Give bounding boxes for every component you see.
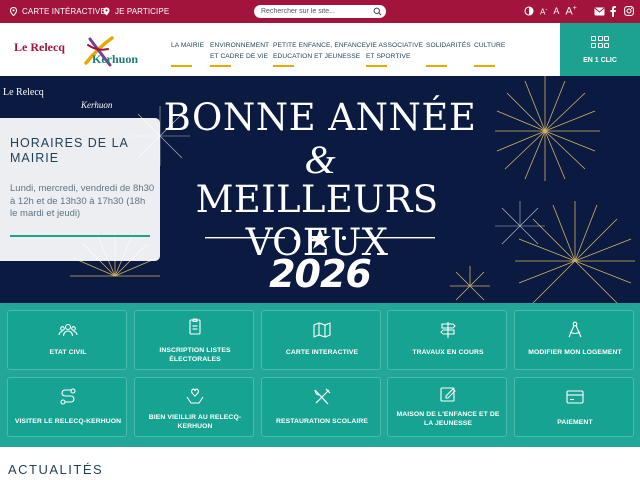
search-input[interactable] <box>261 6 369 17</box>
tile-restauration[interactable]: RESTAURATION SCOLAIRE <box>261 377 381 437</box>
hero-year: 2026 <box>269 252 372 296</box>
tile-label: RESTAURATION SCOLAIRE <box>275 418 369 425</box>
nav-underline <box>426 65 447 67</box>
nav-underline <box>366 65 387 67</box>
font-normal-button[interactable]: A <box>553 6 559 16</box>
tile-label: MAISON DE L'ENFANCE ET DE LA JEUNESSE <box>396 411 500 427</box>
hero-logo-part1: Le Relecq <box>3 87 44 98</box>
people-icon <box>58 323 78 337</box>
font-decrease-button[interactable]: A- <box>540 7 547 17</box>
nav-item-environnement[interactable]: ENVIRONNEMENT ET CADRE DE VIE <box>210 40 269 67</box>
route-icon <box>60 388 76 405</box>
tile-label: CARTE INTERACTIVE <box>285 349 359 356</box>
tile-label: ETAT CIVIL <box>49 349 87 356</box>
tile-label: TRAVAUX EN COURS <box>412 349 484 356</box>
site-logo[interactable]: Le Relecq Kerhuon <box>14 35 154 67</box>
tile-etat-civil[interactable]: ETAT CIVIL <box>7 310 127 370</box>
credit-card-icon <box>566 390 584 404</box>
tile-label: PAIEMENT <box>557 419 593 426</box>
search-box[interactable] <box>254 5 386 18</box>
logo-text-part1: Le Relecq <box>14 40 65 54</box>
nav-underline <box>210 65 231 67</box>
one-click-button[interactable]: EN 1 CLIC <box>560 23 640 76</box>
hero-greeting-line1: BONNE ANNÉE <box>163 96 477 139</box>
tile-bien-vieillir[interactable]: BIEN VIEILLIR AU RELECQ-KERHUON <box>134 377 254 437</box>
compass-icon <box>568 321 582 338</box>
tile-label: VISITER LE RELECQ-KERHUON <box>14 418 122 425</box>
tile-travaux[interactable]: TRAVAUX EN COURS <box>387 310 507 370</box>
care-hands-icon <box>186 388 204 404</box>
tile-inscription-listes[interactable]: INSCRIPTION LISTES ÉLECTORALES <box>134 310 254 370</box>
search-icon[interactable] <box>373 7 382 16</box>
map-pin-icon <box>9 7 18 16</box>
facebook-icon[interactable] <box>610 6 616 17</box>
tile-label: MODIFIER MON LOGEMENT <box>528 349 622 356</box>
opening-hours-card: HORAIRES DE LA MAIRIE Lundi, mercredi, v… <box>0 118 160 261</box>
contrast-icon[interactable] <box>524 6 534 16</box>
nav-underline <box>474 65 495 67</box>
tile-visiter[interactable]: VISITER LE RELECQ-KERHUON <box>7 377 127 437</box>
hero-logo-part2: Kerhuon <box>81 100 113 110</box>
logo-text-part2: Kerhuon <box>92 52 139 66</box>
font-increase-button[interactable]: A+ <box>565 5 576 18</box>
interactive-map-link[interactable]: CARTE INTÉRACTIVE <box>9 7 106 16</box>
tile-carte-interactive[interactable]: CARTE INTERACTIVE <box>261 310 381 370</box>
tile-label: BIEN VIEILLIR AU RELECQ-KERHUON <box>148 414 242 430</box>
quick-access-tiles: ETAT CIVIL INSCRIPTION LISTES ÉLECTORALE… <box>0 303 640 447</box>
one-click-label: EN 1 CLIC <box>583 57 617 64</box>
tile-label: INSCRIPTION LISTES ÉLECTORALES <box>159 347 231 363</box>
nav-item-solidarites[interactable]: SOLIDARITÉS <box>426 40 471 67</box>
map-icon <box>313 322 331 338</box>
accessibility-tools: A- A A+ <box>524 5 577 18</box>
opening-hours-text: Lundi, mercredi, vendredi de 8h30 à 12h … <box>10 183 155 219</box>
site-header: Le Relecq Kerhuon LA MAIRIE ENVIRONNEMEN… <box>0 23 640 76</box>
clipboard-icon <box>189 318 201 335</box>
nav-item-culture[interactable]: CULTURE <box>474 40 505 67</box>
opening-hours-title: HORAIRES DE LA MAIRIE <box>10 136 129 165</box>
tile-paiement[interactable]: PAIEMENT <box>514 377 634 437</box>
participate-label: JE PARTICIPE <box>115 7 170 16</box>
mail-icon[interactable] <box>594 7 605 16</box>
grid-icon <box>591 36 609 48</box>
top-bar: CARTE INTÉRACTIVE JE PARTICIPE A- A A+ <box>0 0 640 23</box>
location-icon <box>103 7 110 16</box>
nav-item-petite-enfance[interactable]: PETITE ENFANCE, ENFANCE, EDUCATION ET JE… <box>273 40 368 67</box>
nav-item-la-mairie[interactable]: LA MAIRIE <box>171 40 204 67</box>
tile-modifier-logement[interactable]: MODIFIER MON LOGEMENT <box>514 310 634 370</box>
tile-maison-enfance[interactable]: MAISON DE L'ENFANCE ET DE LA JEUNESSE <box>387 377 507 437</box>
news-section-title: ACTUALITÉS <box>8 462 104 477</box>
signpost-icon <box>440 322 456 338</box>
edit-icon <box>440 387 456 402</box>
utensils-icon <box>314 388 331 405</box>
participate-link[interactable]: JE PARTICIPE <box>102 7 169 16</box>
nav-underline <box>273 65 294 67</box>
hero-ampersand: & <box>304 137 336 182</box>
instagram-icon[interactable] <box>624 6 634 16</box>
nav-item-vie-associative[interactable]: VIE ASSOCIATIVE ET SPORTIVE <box>366 40 423 67</box>
nav-underline <box>171 65 192 67</box>
card-accent-bar <box>10 235 150 237</box>
interactive-map-label: CARTE INTÉRACTIVE <box>22 7 106 16</box>
